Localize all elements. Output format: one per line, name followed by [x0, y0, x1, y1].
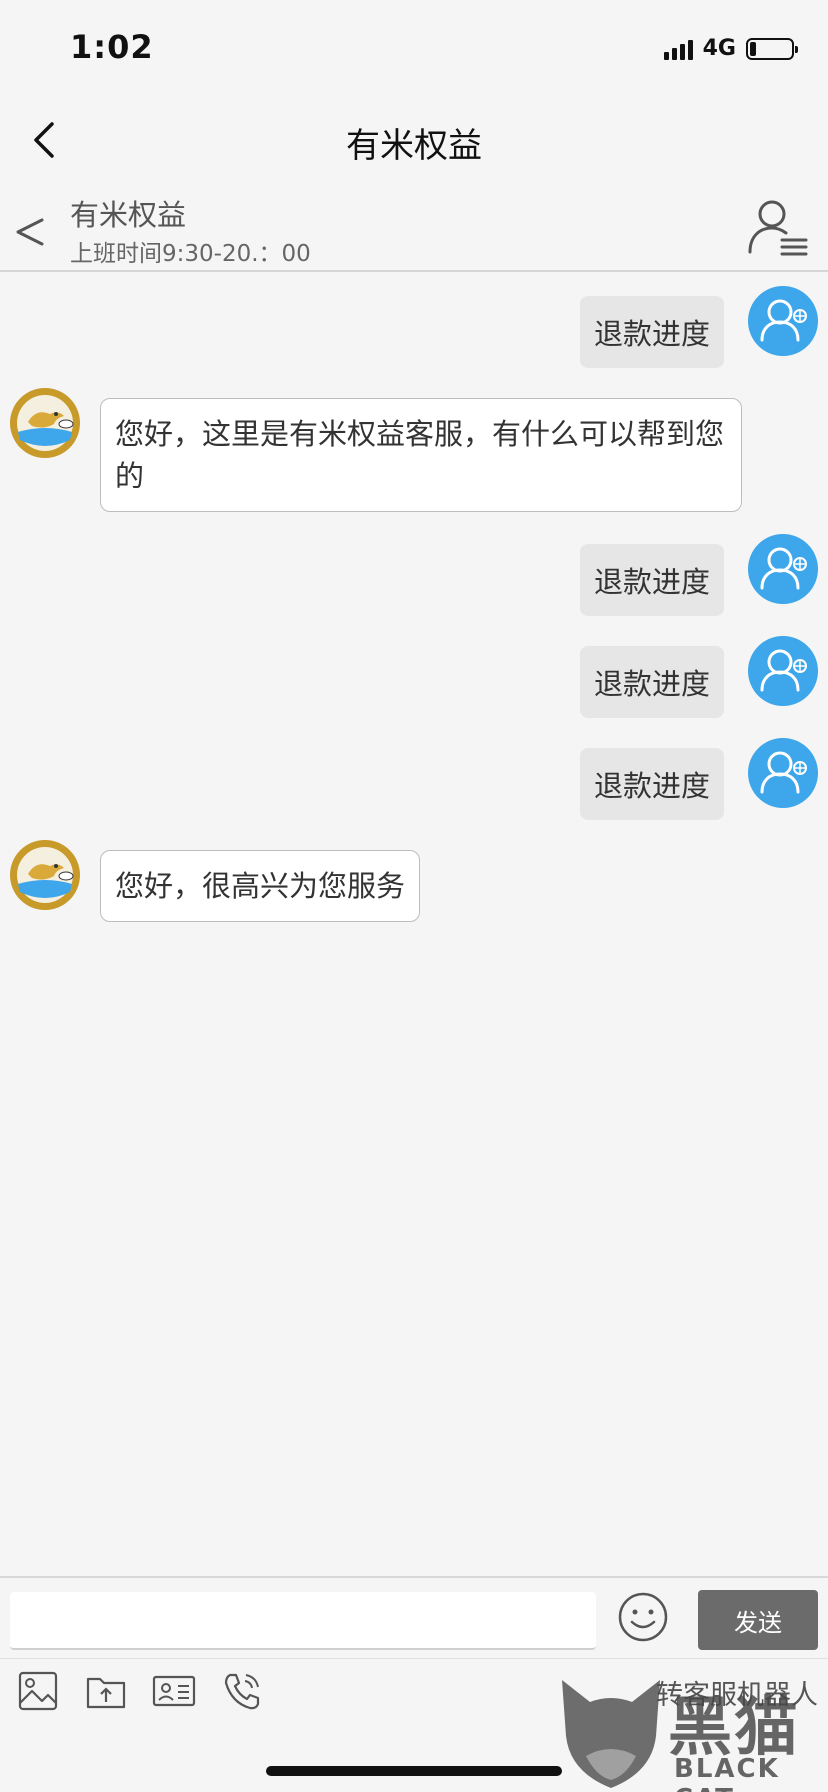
send-button[interactable]: 发送	[698, 1590, 818, 1650]
battery-fill	[750, 41, 756, 56]
chat-header: 有米权益 上班时间9:30-20.：00	[0, 190, 828, 272]
watermark-en: BLACK CAT	[674, 1754, 780, 1792]
user-icon	[760, 547, 807, 590]
user-avatar	[748, 534, 818, 604]
bot-avatar	[10, 388, 80, 458]
bot-avatar	[10, 840, 80, 910]
network-label: 4G	[702, 36, 736, 61]
bird-logo-icon	[12, 390, 78, 456]
battery-icon	[746, 37, 798, 60]
nav-bar: 有米权益	[0, 90, 828, 190]
user-list-icon[interactable]	[746, 196, 810, 260]
business-hours: 上班时间9:30-20.：00	[70, 241, 311, 267]
message-bubble[interactable]: 您好，很高兴为您服务	[100, 850, 421, 922]
message-bubble[interactable]: 退款进度	[580, 748, 725, 820]
bird-logo-icon	[12, 842, 78, 908]
message-bubble[interactable]: 退款进度	[580, 296, 725, 368]
message-input[interactable]	[10, 1592, 596, 1650]
page-title: 有米权益	[346, 126, 482, 166]
status-bar: 1:02 4G	[0, 0, 828, 90]
image-icon[interactable]	[16, 1669, 60, 1713]
status-right: 4G	[663, 36, 798, 61]
user-icon	[760, 299, 807, 342]
signal-icon	[663, 38, 693, 60]
user-icon	[760, 751, 807, 794]
file-upload-icon[interactable]	[84, 1669, 128, 1713]
user-icon	[760, 649, 807, 692]
message-bubble[interactable]: 退款进度	[580, 646, 725, 718]
smiley-icon[interactable]	[616, 1590, 670, 1644]
chevron-left-icon[interactable]	[10, 206, 50, 256]
message-bubble[interactable]: 退款进度	[580, 544, 725, 616]
phone-icon[interactable]	[220, 1669, 264, 1713]
transfer-to-bot-button[interactable]: 转客服机器人	[656, 1673, 818, 1712]
chat-name: 有米权益	[70, 198, 187, 232]
user-avatar	[748, 636, 818, 706]
home-indicator[interactable]	[266, 1766, 562, 1776]
input-area: 发送	[0, 1576, 828, 1658]
message-bubble[interactable]: 您好，这里是有米权益客服，有什么可以帮到您的	[100, 398, 742, 512]
toolbar: 转客服机器人	[0, 1658, 828, 1724]
user-avatar	[748, 286, 818, 356]
status-time: 1:02	[70, 28, 154, 66]
contact-card-icon[interactable]	[152, 1669, 196, 1713]
user-avatar	[748, 738, 818, 808]
